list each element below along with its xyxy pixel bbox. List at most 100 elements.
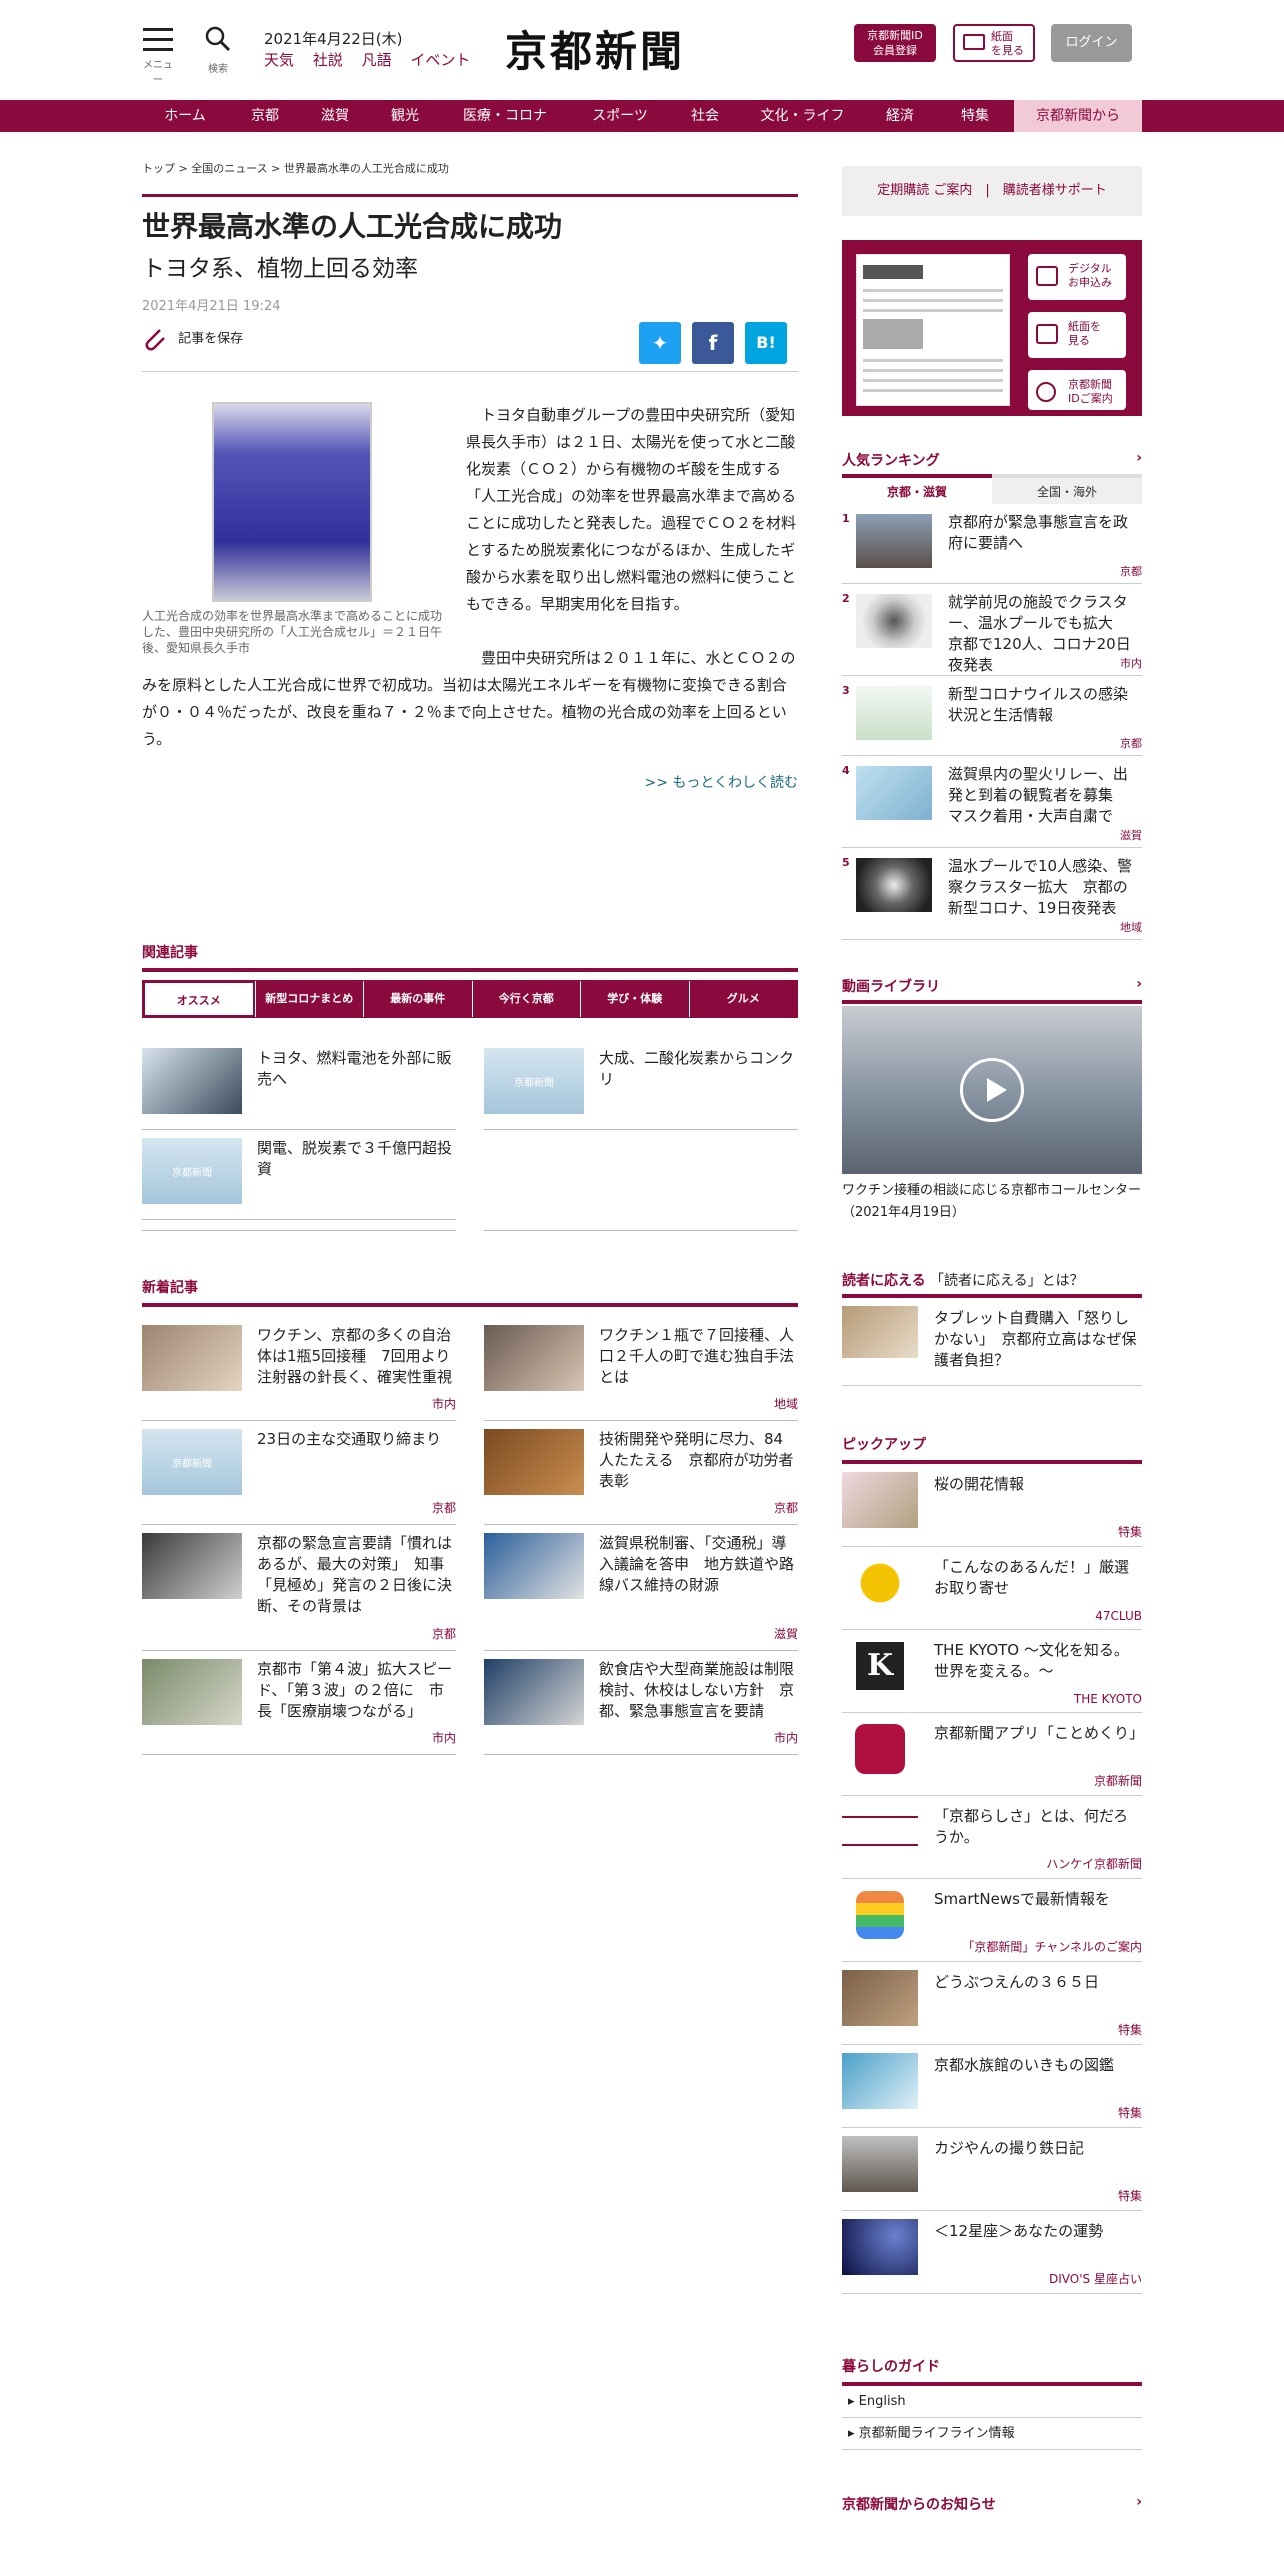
guide-section: 暮らしのガイド ▸ English ▸ 京都新聞ライフライン情報 xyxy=(842,2356,1142,2450)
photo-caption: 人工光合成の効率を世界最高水準まで高めることに成功した、豊田中央研究所の「人工光… xyxy=(142,609,443,655)
nav-item-economy[interactable]: 経済 xyxy=(870,100,930,132)
header-link-events[interactable]: イベント xyxy=(410,51,470,69)
play-icon[interactable] xyxy=(960,1058,1024,1122)
epaper-view-button[interactable]: 紙面を 見る xyxy=(1028,312,1126,358)
latest-section: 新着記事 ワクチン、京都の多くの自治体は1瓶5回接種 7回用より注射器の針長く、… xyxy=(142,1277,798,1755)
id-info-button[interactable]: 京都新聞 IDご案内 xyxy=(1028,370,1126,410)
paperclip-icon xyxy=(145,329,165,351)
ranking-item[interactable]: 5 温水プールで10人感染、警察クラスター拡大 京都の新型コロナ、19日夜発表 地域 xyxy=(842,848,1142,940)
pickup-item[interactable]: K THE KYOTO ～文化を知る。世界を変える。～ THE KYOTO xyxy=(842,1630,1142,1713)
pickup-item[interactable]: ＜12星座＞あなたの運勢 DIVO'S 星座占い xyxy=(842,2211,1142,2294)
tab-kyoto-shiga[interactable]: 京都・滋賀 xyxy=(842,474,992,504)
header-link-weather[interactable]: 天気 xyxy=(264,51,294,69)
chevron-right-icon[interactable]: › xyxy=(1136,976,1142,996)
save-article-button[interactable]: 記事を保存 xyxy=(142,326,243,352)
tab-national[interactable]: 全国・海外 xyxy=(992,474,1142,504)
nav-item-sports[interactable]: スポーツ xyxy=(575,100,665,132)
id-register-button[interactable]: 京都新聞ID 会員登録 xyxy=(854,24,936,62)
chevron-right-icon[interactable]: › xyxy=(1136,2494,1142,2514)
pickup-item[interactable]: 「こんなのあるんだ！」厳選お取り寄せ 47CLUB xyxy=(842,1547,1142,1630)
nav-item-shiga[interactable]: 滋賀 xyxy=(300,100,370,132)
kotomekuri-logo xyxy=(842,1721,918,1777)
nav-item-home[interactable]: ホーム xyxy=(150,100,220,132)
ranking-item[interactable]: 1 京都府が緊急事態宣言を政府に要請へ 京都 xyxy=(842,504,1142,584)
article-date: 2021年4月21日 19:24 xyxy=(142,299,281,314)
nav-item-tourism[interactable]: 観光 xyxy=(370,100,440,132)
title-divider xyxy=(142,194,798,197)
breadcrumb-top[interactable]: トップ xyxy=(142,162,175,175)
twitter-icon: ✦ xyxy=(651,331,669,355)
tab-recommended[interactable]: オススメ xyxy=(143,981,255,1017)
ranking-item[interactable]: 4 滋賀県内の聖火リレー、出発と到着の観覧者を募集 マスク着用・大声自粛で 滋賀 xyxy=(842,756,1142,848)
digital-apply-button[interactable]: デジタル お申込み xyxy=(1028,254,1126,300)
tab-corona[interactable]: 新型コロナまとめ xyxy=(254,981,363,1017)
header-link-bongo[interactable]: 凡語 xyxy=(362,51,392,69)
latest-item[interactable]: 飲食店や大型商業施設は制限検討、休校はしない方針 京都、緊急事態宣言を要請 市内 xyxy=(484,1651,798,1755)
video-heading: 動画ライブラリ xyxy=(842,979,940,995)
pickup-item[interactable]: SmartNewsで最新情報を 「京都新聞」チャンネルのご案内 xyxy=(842,1879,1142,1962)
article-subtitle: トヨタ系、植物上回る効率 xyxy=(142,256,418,282)
header-link-editorial[interactable]: 社説 xyxy=(313,51,343,69)
nav-item-from-kyoto[interactable]: 京都新聞から xyxy=(1014,100,1142,132)
nav-item-culture[interactable]: 文化・ライフ xyxy=(750,100,855,132)
pickup-item[interactable]: 桜の開花情報 特集 xyxy=(842,1464,1142,1547)
save-label: 記事を保存 xyxy=(178,331,244,347)
latest-item[interactable]: 滋賀県税制審、「交通税」導入議論を答申 地方鉄道や路線バス維持の財源 滋賀 xyxy=(484,1525,798,1651)
guide-heading: 暮らしのガイド xyxy=(842,2356,1142,2386)
pickup-item[interactable]: 京都水族館のいきもの図鑑 特集 xyxy=(842,2045,1142,2128)
breadcrumb-national[interactable]: 全国のニュース xyxy=(191,162,267,175)
view-paper-button[interactable]: 紙面 を見る xyxy=(953,24,1035,62)
pickup-item[interactable]: どうぶつえんの３６５日 特集 xyxy=(842,1962,1142,2045)
tab-incidents[interactable]: 最新の事件 xyxy=(363,981,472,1017)
article-photo[interactable] xyxy=(212,402,372,602)
tab-gourmet[interactable]: グルメ xyxy=(688,981,797,1017)
latest-item[interactable]: 23日の主な交通取り締まり京都 xyxy=(142,1421,456,1525)
latest-item[interactable]: 京都市「第４波」拡大スピード、「第３波」の２倍に 市長「医療崩壊つながる」 市内 xyxy=(142,1651,456,1755)
ranking-item[interactable]: 3 新型コロナウイルスの感染状況と生活情報 京都 xyxy=(842,676,1142,756)
hatena-share-button[interactable]: B! xyxy=(745,322,787,364)
tab-kyoto-now[interactable]: 今行く京都 xyxy=(471,981,580,1017)
related-item[interactable]: 関電、脱炭素で３千億円超投資 xyxy=(142,1130,456,1220)
support-link[interactable]: 購読者様サポート xyxy=(1003,183,1107,198)
guide-item-english[interactable]: ▸ English xyxy=(842,2386,1142,2418)
related-item[interactable]: 大成、二酸化炭素からコンクリ xyxy=(484,1040,798,1130)
pickup-item[interactable]: 京都新聞アプリ「ことめくり」 京都新聞 xyxy=(842,1713,1144,1796)
related-divider xyxy=(142,1230,798,1231)
latest-item[interactable]: 京都の緊急宣言要請「慣れはあるが、最大の対策」 知事「見極め」発言の２日後に決断… xyxy=(142,1525,456,1651)
reader-about-link[interactable]: 「読者に応える」とは？ xyxy=(930,1273,1084,1289)
nav-item-kyoto[interactable]: 京都 xyxy=(230,100,300,132)
login-button[interactable]: ログイン xyxy=(1051,24,1132,62)
tab-learning[interactable]: 学び・体験 xyxy=(580,981,689,1017)
nav-item-medical[interactable]: 医療・コロナ xyxy=(450,100,560,132)
ranking-header: 人気ランキング › xyxy=(842,450,1142,470)
pickup-item[interactable]: 「京都らしさ」とは、何だろうか。 ハンケイ京都新聞 xyxy=(842,1796,1142,1879)
breadcrumb: トップ > 全国のニュース > 世界最高水準の人工光合成に成功 xyxy=(142,162,449,175)
pickup-item[interactable]: カジやんの撮り鉄日記 特集 xyxy=(842,2128,1142,2211)
latest-item[interactable]: ワクチン、京都の多くの自治体は1瓶5回接種 7回用より注射器の針長く、確実性重視… xyxy=(142,1317,456,1421)
latest-item[interactable]: ワクチン１瓶で７回接種、人口２千人の町で進む独自手法とは 地域 xyxy=(484,1317,798,1421)
header-date: 2021年4月22日(木) xyxy=(264,30,403,48)
latest-item[interactable]: 技術開発や発明に尽力、84人たたえる 京都府が功労者表彰 京都 xyxy=(484,1421,798,1525)
search-button[interactable]: 検索 xyxy=(200,26,236,76)
site-logo[interactable]: 京都新聞 xyxy=(505,18,685,79)
subscribe-link[interactable]: 定期購読 ご案内 xyxy=(877,183,972,198)
info-icon xyxy=(1036,382,1056,402)
chevron-right-icon[interactable]: › xyxy=(1136,450,1142,470)
reader-item[interactable]: タブレット自費購入「怒りしかない」 京都府立高はなぜ保護者負担？ xyxy=(842,1298,1142,1386)
menu-button[interactable]: メニュー xyxy=(140,28,176,86)
nav-item-society[interactable]: 社会 xyxy=(675,100,735,132)
nav-item-features[interactable]: 特集 xyxy=(945,100,1005,132)
latest-list: ワクチン、京都の多くの自治体は1瓶5回接種 7回用より注射器の針長く、確実性重視… xyxy=(142,1317,798,1755)
reader-heading: 読者に応える xyxy=(842,1273,926,1289)
related-item[interactable]: トヨタ、燃料電池を外部に販売へ xyxy=(142,1040,456,1130)
monitor-icon xyxy=(1036,266,1058,286)
facebook-share-button[interactable]: f xyxy=(692,322,734,364)
pickup-heading: ピックアップ xyxy=(842,1434,1142,1464)
read-more-link[interactable]: >> もっとくわしく読む xyxy=(142,772,799,792)
twitter-share-button[interactable]: ✦ xyxy=(639,322,681,364)
guide-item-lifeline[interactable]: ▸ 京都新聞ライフライン情報 xyxy=(842,2418,1142,2450)
ranking-item[interactable]: 2 就学前児の施設でクラスター、温水プールでも拡大 京都で120人、コロナ20日夜… xyxy=(842,584,1142,676)
video-player[interactable] xyxy=(842,1006,1142,1174)
newspaper-preview[interactable] xyxy=(856,254,1010,406)
search-icon xyxy=(205,26,231,52)
